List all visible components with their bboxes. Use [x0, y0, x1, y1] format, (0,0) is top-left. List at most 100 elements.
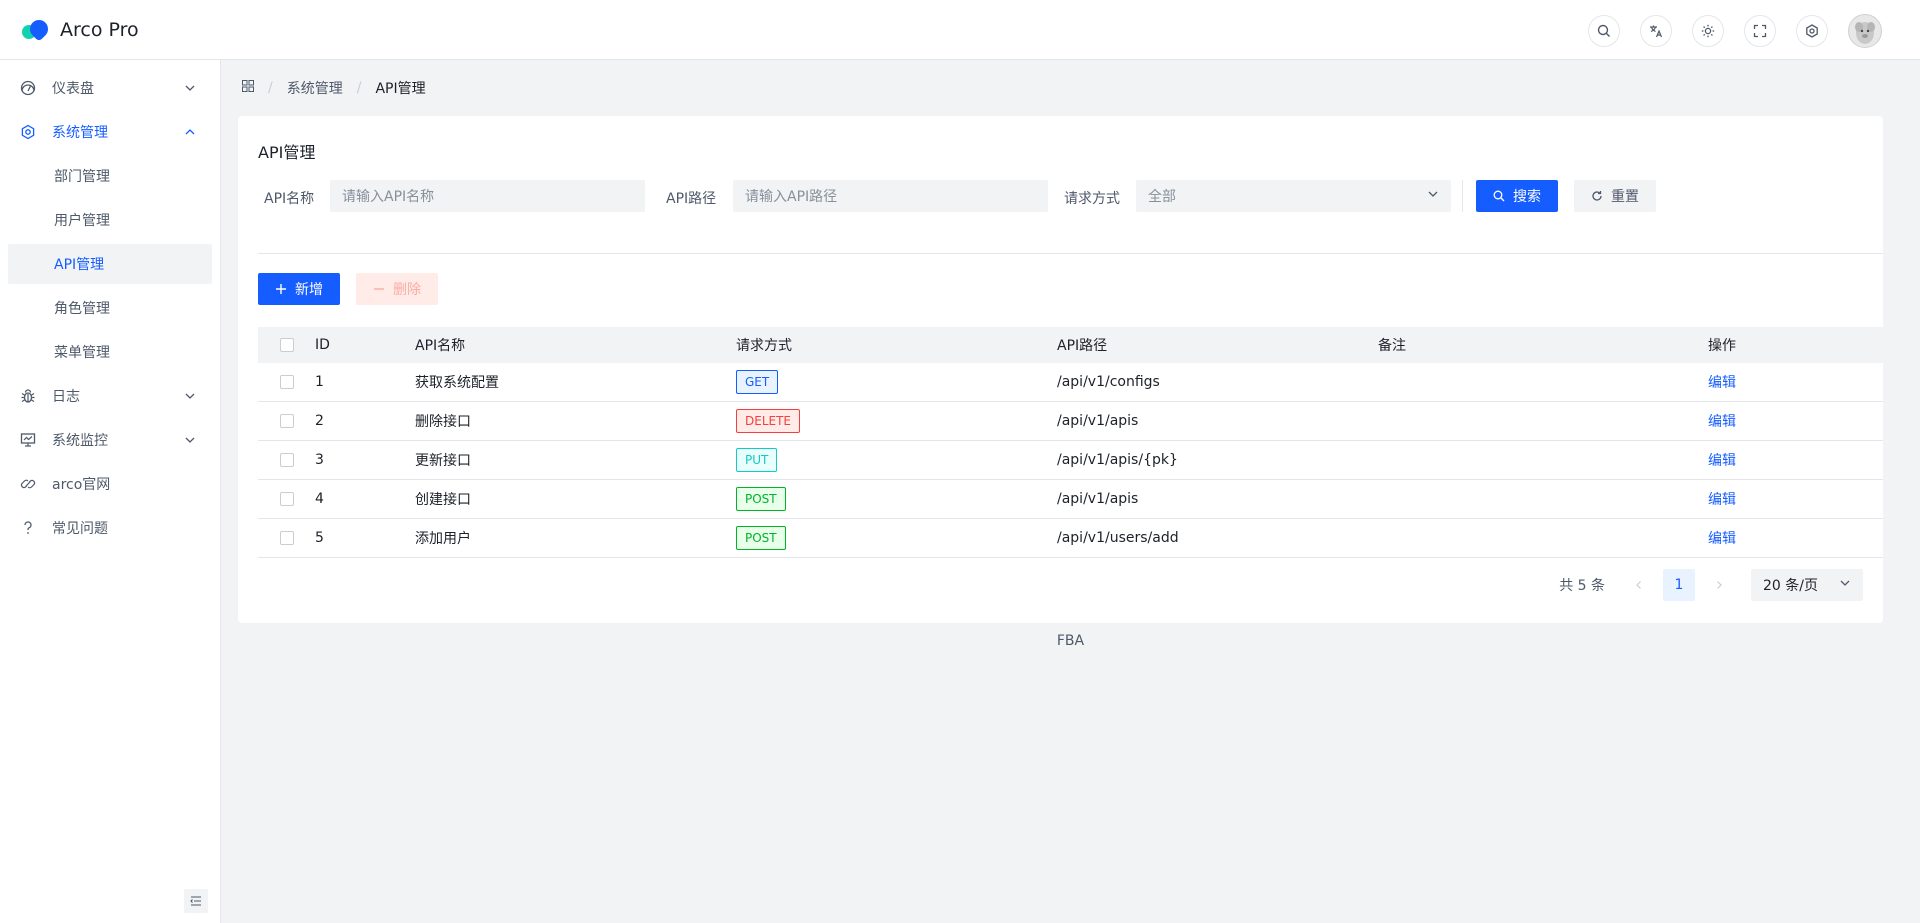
api-path-label: API路径 [666, 191, 717, 207]
method-tag: DELETE [736, 409, 801, 433]
select-all-checkbox[interactable] [279, 338, 294, 352]
row-checkbox-cell [258, 375, 315, 389]
page-1-button[interactable]: 1 [1663, 569, 1695, 601]
row-checkbox[interactable] [279, 453, 294, 467]
method-tag: POST [736, 487, 786, 511]
cell-path: /api/v1/apis/{pk} [1057, 452, 1178, 468]
cell-method: POST [736, 487, 1057, 511]
sidebar-item-system[interactable]: 系统管理 [8, 112, 212, 152]
sidebar-item-users[interactable]: 用户管理 [8, 200, 212, 240]
reset-button-label: 重置 [1611, 189, 1639, 205]
header-op: 操作 [1708, 338, 1736, 354]
edit-link[interactable]: 编辑 [1708, 492, 1736, 508]
header-name: API名称 [415, 338, 466, 354]
row-checkbox[interactable] [279, 414, 294, 428]
app-title: Arco Pro [60, 18, 139, 41]
cell-name: 获取系统配置 [415, 375, 499, 391]
sidebar-item-dashboard[interactable]: 仪表盘 [8, 68, 212, 108]
page-size-select[interactable]: 20 条/页 [1751, 569, 1863, 601]
cell-op: 编辑 [1708, 411, 1883, 431]
add-button-label: 新增 [295, 282, 323, 298]
add-button[interactable]: 新增 [258, 273, 340, 305]
header-remark: 备注 [1378, 338, 1406, 354]
fullscreen-icon [1753, 24, 1767, 38]
delete-button[interactable]: 删除 [356, 273, 438, 305]
gear-icon [1806, 24, 1818, 38]
header-path: API路径 [1057, 338, 1108, 354]
breadcrumb: / 系统管理 / API管理 [242, 78, 426, 98]
row-checkbox[interactable] [279, 531, 294, 545]
theme-toggle-button[interactable] [1692, 15, 1724, 47]
settings-icon [20, 124, 36, 140]
row-checkbox[interactable] [279, 375, 294, 389]
header-id: ID [315, 337, 330, 353]
cell-method: GET [736, 370, 1057, 394]
sidebar-item-roles[interactable]: 角色管理 [8, 288, 212, 328]
api-name-input[interactable]: 请输入API名称 [330, 180, 645, 212]
page-size-value: 20 条/页 [1763, 578, 1818, 594]
cell-op: 编辑 [1708, 450, 1883, 470]
question-icon [20, 520, 36, 536]
sidebar-item-dept[interactable]: 部门管理 [8, 156, 212, 196]
edit-link[interactable]: 编辑 [1708, 453, 1736, 469]
cell-method: DELETE [736, 409, 1057, 433]
edit-link[interactable]: 编辑 [1708, 531, 1736, 547]
search-icon [1493, 190, 1505, 202]
page-title: API管理 [258, 143, 316, 162]
cell-op: 编辑 [1708, 489, 1883, 509]
language-button[interactable] [1640, 15, 1672, 47]
top-navbar: Arco Pro [0, 0, 1920, 60]
user-avatar[interactable] [1848, 14, 1882, 48]
breadcrumb-item[interactable]: 系统管理 [287, 78, 343, 98]
cell-path: /api/v1/users/add [1057, 530, 1179, 546]
search-button[interactable] [1588, 15, 1620, 47]
table-row: 3 更新接口 PUT/api/v1/apis/{pk} 编辑 [258, 441, 1883, 480]
method-select[interactable]: 全部 [1136, 180, 1451, 212]
reset-button[interactable]: 重置 [1574, 180, 1656, 212]
sidebar-item-monitor[interactable]: 系统监控 [8, 420, 212, 460]
row-checkbox[interactable] [279, 492, 294, 506]
translate-icon [1650, 25, 1663, 38]
collapse-sidebar-button[interactable] [184, 889, 208, 913]
table-row: 1 获取系统配置 GET/api/v1/configs 编辑 [258, 363, 1883, 402]
search-button[interactable]: 搜索 [1476, 180, 1558, 212]
dashboard-icon [20, 80, 36, 96]
apps-icon[interactable] [242, 80, 254, 96]
edit-link[interactable]: 编辑 [1708, 375, 1736, 391]
breadcrumb-separator: / [268, 80, 273, 96]
table-body: 1 获取系统配置 GET/api/v1/configs 编辑 2 删除接口 DELETE/a… [258, 363, 1883, 558]
sidebar-item-menus[interactable]: 菜单管理 [8, 332, 212, 372]
row-checkbox-cell [258, 453, 315, 467]
table-row: 4 创建接口 POST/api/v1/apis 编辑 [258, 480, 1883, 519]
cell-name: 删除接口 [415, 414, 471, 430]
sidebar-item-arco-site[interactable]: arco官网 [8, 464, 212, 504]
row-checkbox-cell [258, 414, 315, 428]
prev-page-button[interactable] [1623, 569, 1655, 601]
sidebar-item-api[interactable]: API管理 [8, 244, 212, 284]
refresh-icon [1591, 190, 1603, 202]
fullscreen-button[interactable] [1744, 15, 1776, 47]
next-page-button[interactable] [1703, 569, 1735, 601]
sun-icon [1701, 24, 1715, 38]
api-path-input[interactable]: 请输入API路径 [733, 180, 1048, 212]
sidebar-item-logs[interactable]: 日志 [8, 376, 212, 416]
divider [1462, 180, 1463, 212]
bug-icon [20, 388, 36, 404]
sidebar-item-faq[interactable]: 常见问题 [8, 508, 212, 548]
row-checkbox-cell [258, 531, 315, 545]
method-tag: GET [736, 370, 779, 394]
delete-button-label: 删除 [393, 282, 421, 298]
api-management-card: API管理 API名称 请输入API名称 API路径 请输入API路径 请求方式… [238, 116, 1883, 623]
breadcrumb-separator: / [356, 80, 362, 96]
settings-button[interactable] [1796, 15, 1828, 47]
cell-id: 1 [315, 374, 324, 390]
row-checkbox-cell [258, 492, 315, 506]
method-select-value: 全部 [1148, 189, 1176, 205]
minus-icon [373, 283, 385, 295]
link-icon [20, 476, 36, 492]
monitor-icon [20, 432, 36, 448]
edit-link[interactable]: 编辑 [1708, 414, 1736, 430]
cell-name: 添加用户 [415, 531, 471, 547]
chevron-down-icon [182, 80, 198, 96]
arco-logo-icon [19, 15, 52, 42]
